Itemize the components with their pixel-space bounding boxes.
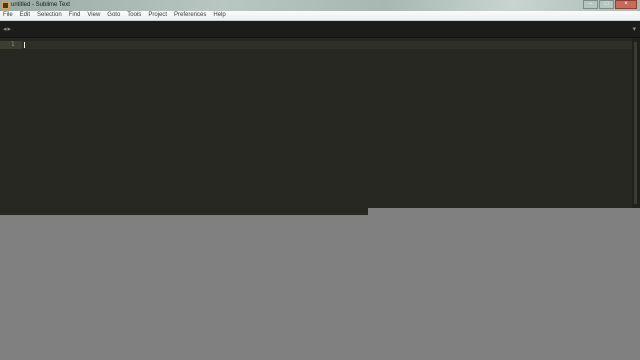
menu-tools[interactable]: Tools xyxy=(127,11,141,20)
maximize-button[interactable]: □ xyxy=(599,0,614,9)
minimap-scrollbar[interactable] xyxy=(632,38,640,208)
tab-nav-arrows-icon[interactable]: ◂▸ xyxy=(3,25,12,33)
menu-project[interactable]: Project xyxy=(148,11,167,20)
scroll-thumb[interactable] xyxy=(634,42,637,204)
window-title: untitled - Sublime Text xyxy=(11,2,70,8)
menu-find[interactable]: Find xyxy=(69,11,81,20)
editor-area-lower[interactable] xyxy=(0,208,368,215)
sublime-window: untitled - Sublime Text – □ × File Edit … xyxy=(0,0,640,360)
menu-bar: File Edit Selection Find View Goto Tools… xyxy=(0,11,640,21)
sublime-app-icon xyxy=(2,2,9,9)
close-button[interactable]: × xyxy=(615,0,637,9)
tab-dropdown-icon[interactable]: ▾ xyxy=(632,25,636,33)
current-line-highlight xyxy=(22,41,632,49)
grey-overlay xyxy=(0,215,640,360)
menu-file[interactable]: File xyxy=(3,11,13,20)
title-bar: untitled - Sublime Text – □ × xyxy=(0,0,640,11)
menu-edit[interactable]: Edit xyxy=(20,11,30,20)
minimize-button[interactable]: – xyxy=(583,0,598,9)
window-controls: – □ × xyxy=(582,0,637,10)
line-number: 1 xyxy=(11,41,15,48)
tab-bar: ◂▸ ▾ xyxy=(0,21,640,38)
menu-help[interactable]: Help xyxy=(213,11,225,20)
text-cursor xyxy=(24,42,25,48)
menu-preferences[interactable]: Preferences xyxy=(174,11,206,20)
menu-selection[interactable]: Selection xyxy=(37,11,62,20)
grey-overlay-top xyxy=(368,208,640,215)
menu-view[interactable]: View xyxy=(87,11,100,20)
editor-area[interactable]: 1 xyxy=(0,38,632,208)
menu-goto[interactable]: Goto xyxy=(107,11,120,20)
